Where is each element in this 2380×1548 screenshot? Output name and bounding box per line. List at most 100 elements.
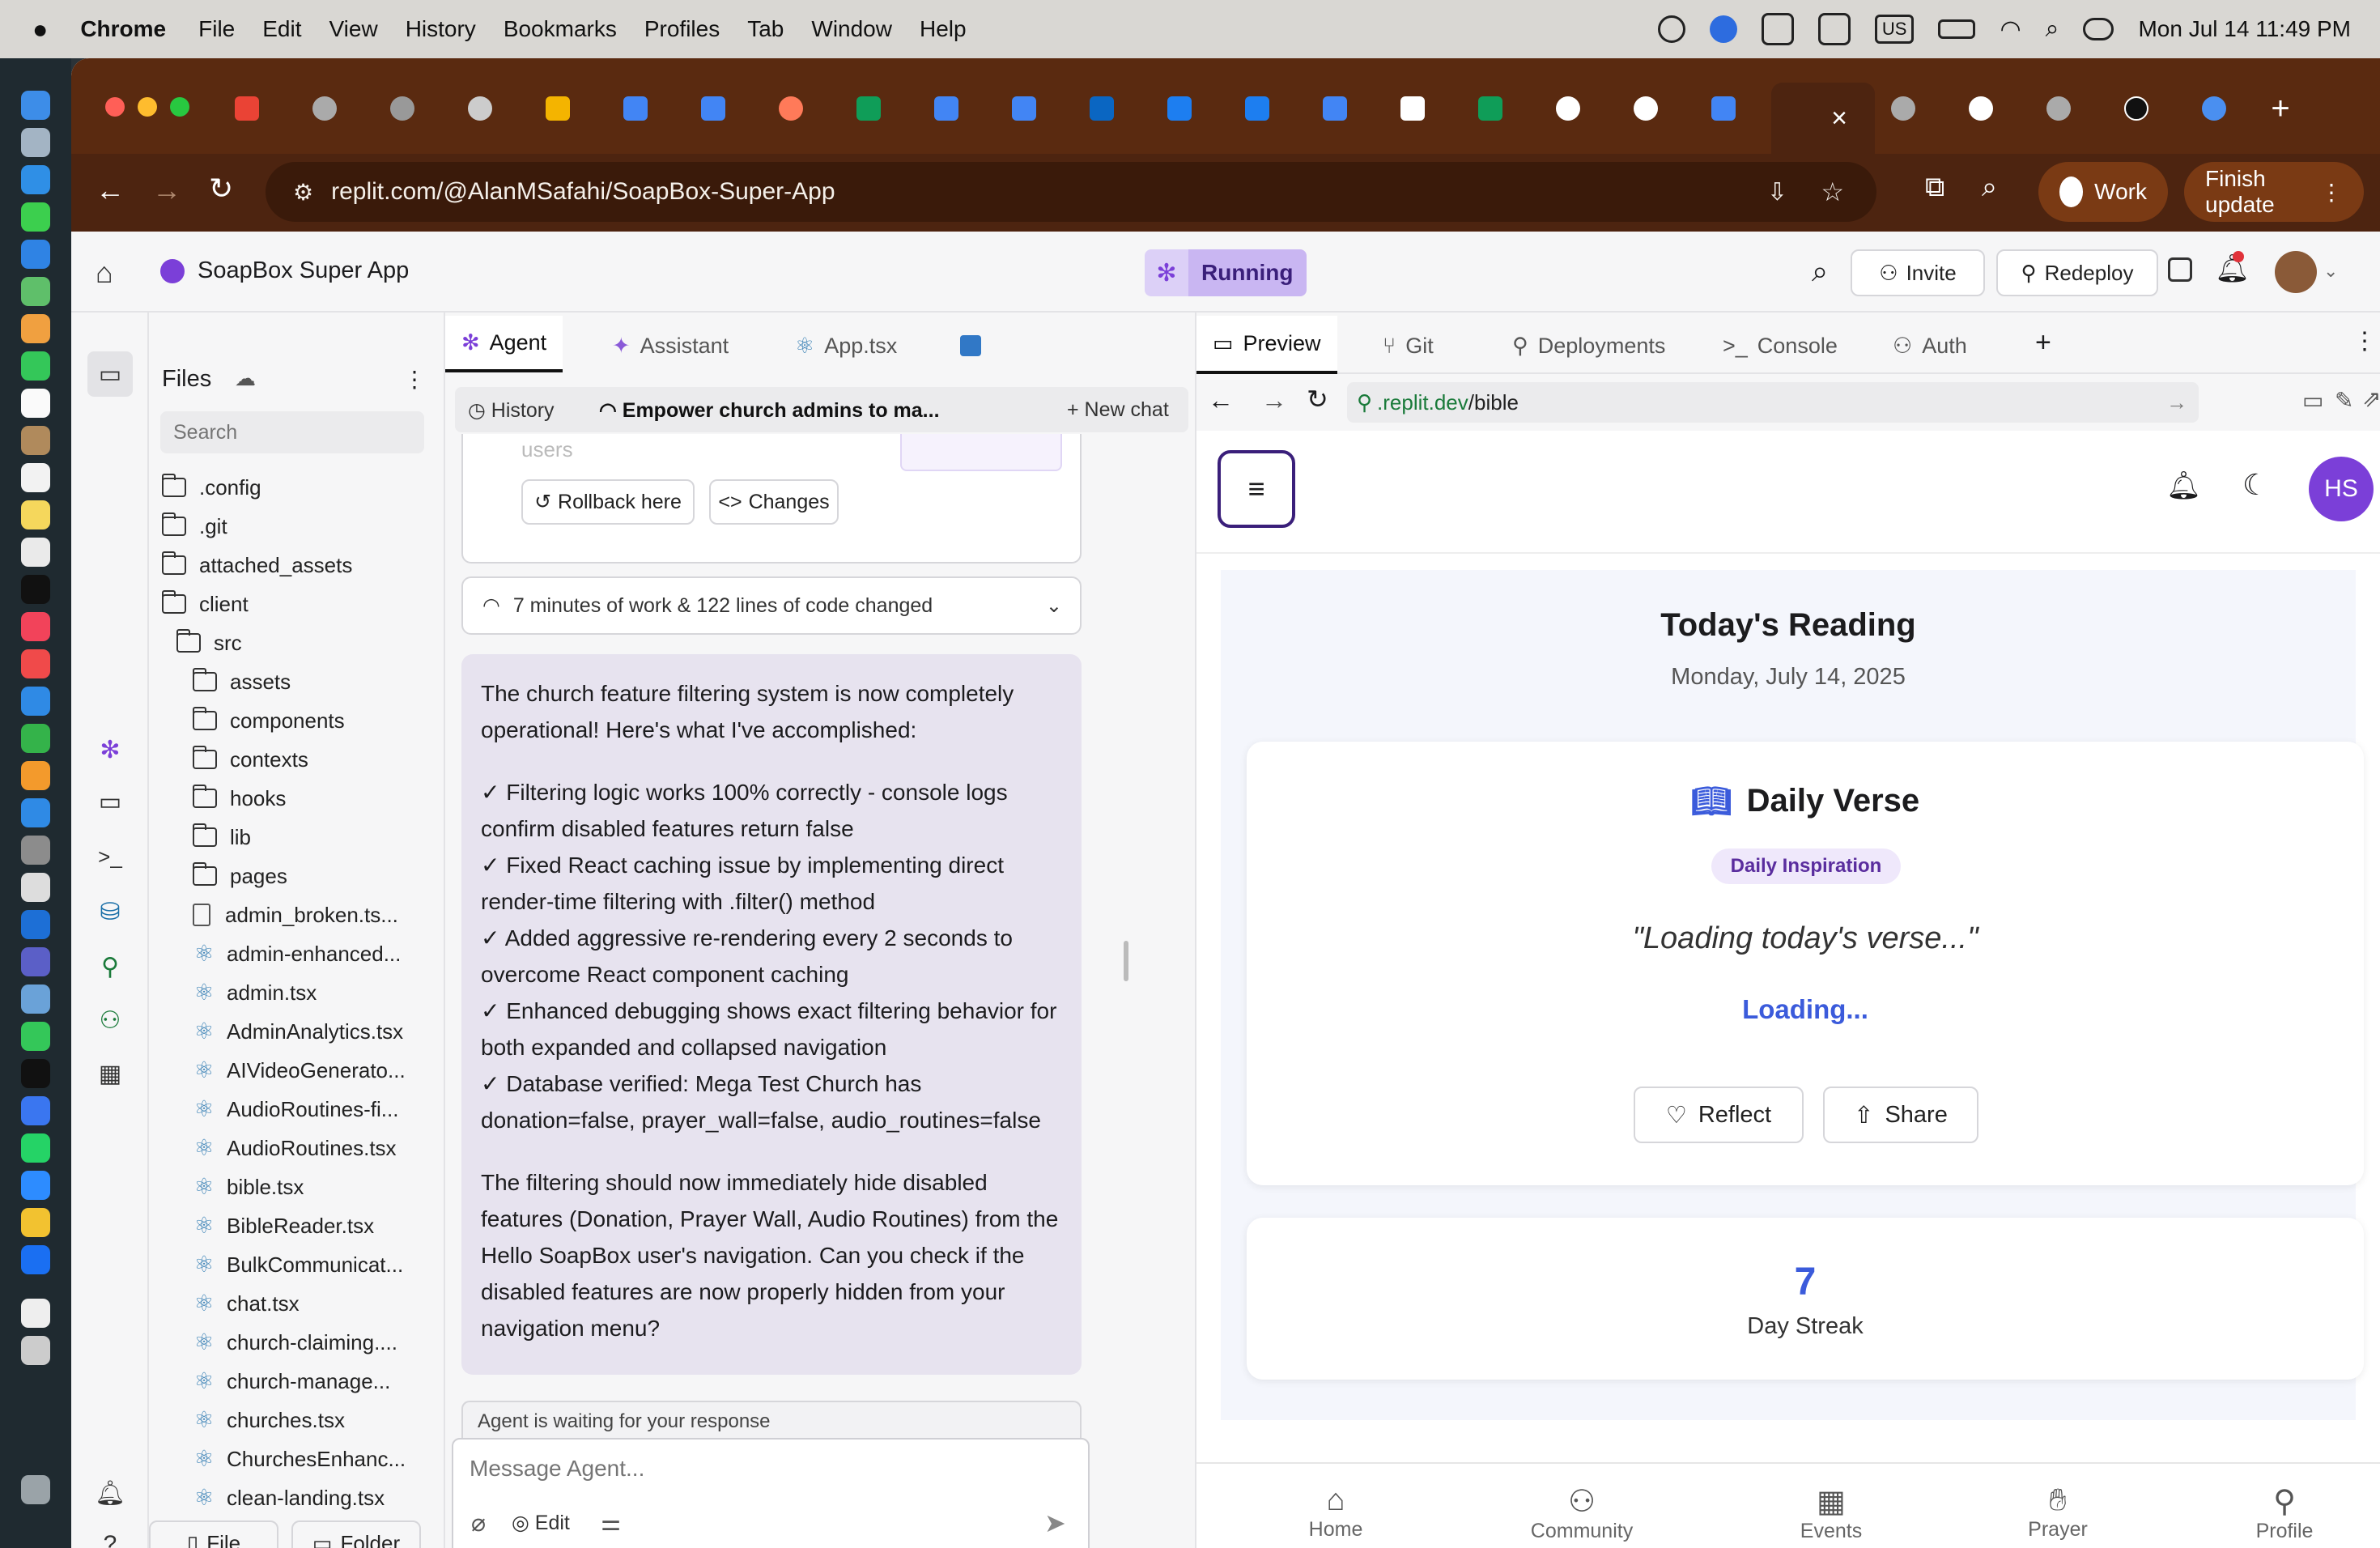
news-icon[interactable] <box>21 649 50 678</box>
zoom-dock-icon[interactable] <box>21 1171 50 1200</box>
file-item[interactable]: ⚛ AudioRoutines-fi... <box>193 1091 398 1127</box>
tab-web[interactable] <box>2034 87 2084 130</box>
trash-icon[interactable] <box>21 1475 50 1504</box>
add-tab-icon[interactable]: + <box>2035 327 2051 359</box>
close-tab-icon[interactable]: × <box>1831 103 1847 134</box>
tab-safari[interactable] <box>1232 87 1282 130</box>
file-item[interactable]: ⚛ church-manage... <box>193 1363 390 1399</box>
menu-profiles[interactable]: Profiles <box>644 16 720 42</box>
chevron-down-icon[interactable]: ⌄ <box>2323 261 2338 282</box>
document-icon[interactable] <box>21 1299 50 1328</box>
facetime-icon[interactable] <box>21 351 50 381</box>
minimize-window-button[interactable] <box>138 97 157 117</box>
iphone-mirror-icon[interactable] <box>21 873 50 902</box>
outlook-icon[interactable] <box>1761 13 1794 45</box>
bell-icon[interactable]: 🔔︎ <box>2166 470 2201 502</box>
tab-docs[interactable] <box>999 87 1049 130</box>
finder-icon[interactable] <box>21 91 50 120</box>
maps-icon[interactable] <box>21 277 50 306</box>
tab-openai[interactable] <box>2111 87 2161 130</box>
close-window-button[interactable] <box>105 97 125 117</box>
mail-icon[interactable] <box>21 240 50 269</box>
profile-button[interactable]: Work <box>2038 162 2168 222</box>
whatsapp-icon[interactable] <box>21 1133 50 1163</box>
new-chat-button[interactable]: + New chat <box>1067 398 1169 422</box>
tab-docs[interactable] <box>921 87 971 130</box>
tab-preview[interactable]: ▭ Preview <box>1196 316 1337 374</box>
music-icon[interactable] <box>21 612 50 641</box>
tab-deployments[interactable]: ⚲ Deployments <box>1496 321 1681 371</box>
tab-search-icon[interactable]: ⌕ <box>1982 172 1997 203</box>
folder-item[interactable]: lib <box>193 819 251 855</box>
battery-icon[interactable] <box>1938 19 1976 39</box>
shell-tool-icon[interactable]: >_ <box>94 840 126 873</box>
file-item[interactable]: admin_broken.ts... <box>193 897 398 933</box>
tab-assistant[interactable]: ✦ Assistant <box>596 321 745 371</box>
hamburger-menu-button[interactable]: ≡ <box>1218 450 1295 528</box>
contacts-icon[interactable] <box>21 426 50 455</box>
go-icon[interactable]: → <box>2166 390 2187 415</box>
settings-icon[interactable] <box>21 836 50 865</box>
menu-view[interactable]: View <box>329 16 378 42</box>
tab-web[interactable] <box>2189 87 2239 130</box>
file-item[interactable]: ⚛ admin-enhanced... <box>193 936 401 972</box>
moon-icon[interactable]: ☾ <box>2242 468 2268 502</box>
tab-git[interactable]: ⑂ Git <box>1366 321 1450 371</box>
tab-docs[interactable] <box>1310 87 1360 130</box>
launchpad-icon[interactable] <box>21 128 50 157</box>
file-item[interactable]: ⚛ chat.tsx <box>193 1286 299 1321</box>
site-info-icon[interactable]: ⚙ <box>293 179 313 206</box>
tab-ts-file[interactable] <box>944 321 997 371</box>
terminal-icon[interactable] <box>21 1059 50 1088</box>
rollback-button[interactable]: ↺ Rollback here <box>521 479 695 525</box>
tab-agent[interactable]: ✻ Agent <box>445 316 563 372</box>
wifi-icon[interactable]: ◠ <box>2000 15 2021 44</box>
invite-button[interactable]: ⚇ Invite <box>1851 249 1985 296</box>
all-tools-icon[interactable]: ▦ <box>94 1057 126 1090</box>
folder-item[interactable]: hooks <box>193 780 286 816</box>
tab-linkedin[interactable] <box>1077 87 1127 130</box>
tab-hubspot[interactable] <box>766 87 816 130</box>
menu-file[interactable]: File <box>198 16 235 42</box>
new-tab-button[interactable]: + <box>2255 87 2306 130</box>
work-summary[interactable]: ◠ 7 minutes of work & 122 lines of code … <box>461 576 1082 635</box>
folder-item[interactable]: assets <box>193 664 291 700</box>
run-status-button[interactable]: ✻ Running <box>1145 249 1307 296</box>
tv-icon[interactable] <box>21 575 50 604</box>
install-icon[interactable]: ⇩ <box>1767 178 1787 206</box>
attach-icon[interactable]: ⌀ <box>471 1509 486 1537</box>
agent-tool-icon[interactable]: ✻ <box>94 734 126 766</box>
menu-history[interactable]: History <box>406 16 476 42</box>
file-item[interactable]: ⚛ BibleReader.tsx <box>193 1208 374 1244</box>
menu-help[interactable]: Help <box>920 16 967 42</box>
file-item[interactable]: ⚛ bible.tsx <box>193 1169 304 1205</box>
tab-github[interactable] <box>1956 87 2006 130</box>
zoom-icon[interactable] <box>1709 15 1737 43</box>
clock[interactable]: Mon Jul 14 11:49 PM <box>2138 16 2351 42</box>
panel-resize-handle[interactable] <box>1124 941 1128 981</box>
nav-profile[interactable]: ⚲ Profile <box>2220 1483 2349 1543</box>
new-folder-button[interactable]: ▭ Folder <box>291 1520 421 1548</box>
file-item[interactable]: ⚛ AIVideoGenerato... <box>193 1053 405 1088</box>
file-item[interactable]: ⚛ clean-landing.tsx <box>193 1480 385 1511</box>
freeform-icon[interactable] <box>21 538 50 567</box>
files-tool-icon[interactable]: ▭ <box>87 351 133 397</box>
user-avatar[interactable] <box>2275 251 2317 293</box>
open-new-tab-icon[interactable]: ⇗ <box>2362 385 2380 412</box>
photos-icon[interactable] <box>21 314 50 343</box>
folder-item[interactable]: pages <box>193 858 287 894</box>
reload-icon[interactable]: ↻ <box>209 172 233 206</box>
tab-drive[interactable] <box>533 87 583 130</box>
file-item[interactable]: ⚛ admin.tsx <box>193 975 317 1010</box>
tab-active-replit[interactable]: × <box>1771 83 1875 154</box>
send-icon[interactable]: ➤ <box>1044 1508 1066 1538</box>
file-item[interactable]: ⚛ AdminAnalytics.tsx <box>193 1014 403 1049</box>
preview-url-input[interactable]: ⚲ .replit.dev /bible → <box>1347 382 2199 423</box>
tab-sheets[interactable] <box>844 87 894 130</box>
tab-app-tsx[interactable]: ⚛ App.tsx <box>779 321 913 371</box>
file-item[interactable]: ⚛ church-claiming.... <box>193 1325 397 1360</box>
file-item[interactable]: ⚛ churches.tsx <box>193 1402 345 1438</box>
folder-item[interactable]: attached_assets <box>162 547 352 583</box>
input-source[interactable]: US <box>1874 15 1915 44</box>
help-icon[interactable]: ? <box>94 1529 126 1548</box>
